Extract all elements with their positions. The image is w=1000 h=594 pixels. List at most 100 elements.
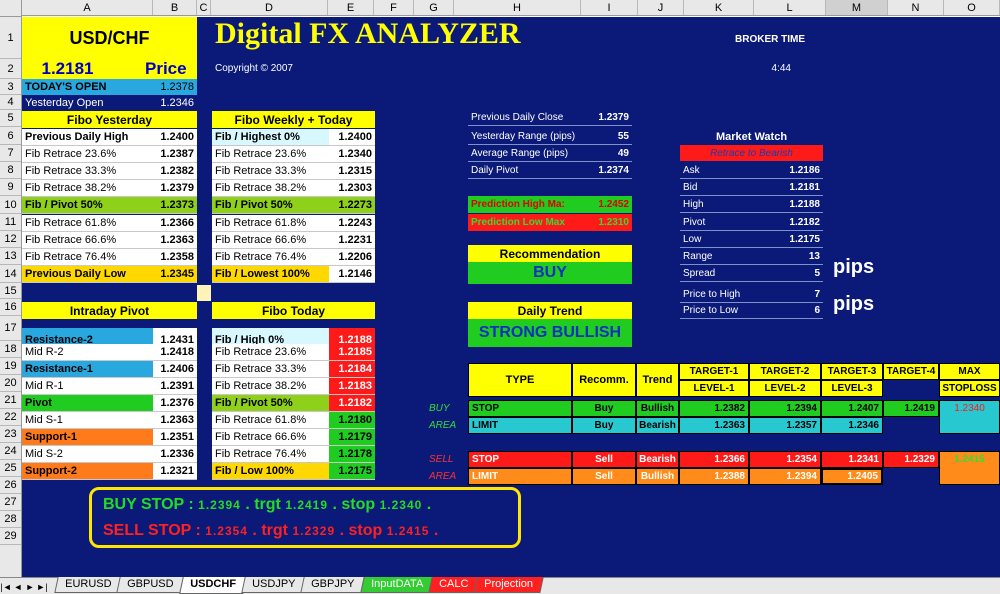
sheet-tab-eurusd[interactable]: EURUSD <box>54 577 123 593</box>
row-header-24[interactable]: 24 <box>0 443 21 460</box>
row-header-29[interactable]: 29 <box>0 528 21 545</box>
fibo-weekly-row-label: Fib Retrace 23.6% <box>212 146 329 163</box>
row-header-9[interactable]: 9 <box>0 179 21 196</box>
row-header-5[interactable]: 5 <box>0 110 21 127</box>
price-cell: 1.2181 Price <box>22 59 197 79</box>
sheet-tab-gbpusd[interactable]: GBPUSD <box>116 577 185 593</box>
fibo-weekly-row-label: Fib Retrace 66.6% <box>212 232 329 249</box>
sheet-tab-label: USDCHF <box>190 578 236 590</box>
market-watch-label: Bid <box>680 180 770 196</box>
row-header-21[interactable]: 21 <box>0 392 21 409</box>
column-header-m[interactable]: M <box>826 0 888 15</box>
row-header-22[interactable]: 22 <box>0 409 21 426</box>
row-header-8[interactable]: 8 <box>0 162 21 179</box>
buy-summary-label: BUY STOP : <box>103 496 194 513</box>
row-header-13[interactable]: 13 <box>0 248 21 265</box>
prev-sheet-icon[interactable]: ◄ <box>12 580 24 594</box>
targets-row-t3: 1.2341 <box>821 451 883 468</box>
spreadsheet-grid[interactable]: USD/CHF 1.2181 Price TODAY'S OPEN 1.2378… <box>22 17 1000 577</box>
row-header-10[interactable]: 10 <box>0 196 21 214</box>
targets-row-t2: 1.2354 <box>749 451 821 468</box>
market-watch-label: Price to Low <box>680 303 770 319</box>
row-header-4[interactable]: 4 <box>0 95 21 110</box>
column-header-h[interactable]: H <box>454 0 581 15</box>
sell-summary-price: 1.2354 <box>205 524 248 538</box>
column-header-e[interactable]: E <box>328 0 374 15</box>
column-header-i[interactable]: I <box>581 0 638 15</box>
sell-area-label2: AREA <box>429 471 457 482</box>
fibo-today-row-label: Fib Retrace 61.8% <box>212 412 329 429</box>
broker-time-value: 4:44 <box>771 62 791 74</box>
targets-row-recomm: Buy <box>572 417 636 434</box>
column-header-f[interactable]: F <box>374 0 414 15</box>
yesterday-open-label: Yesterday Open <box>25 96 104 109</box>
row-header-27[interactable]: 27 <box>0 494 21 511</box>
sheet-tab-bar: |◄ ◄ ► ►| EURUSD GBPUSD USDCHF USDJPY GBPJPY Inp… <box>0 577 1000 594</box>
summary-box: BUY STOP : 1.2394 . trgt 1.2419 . stop 1… <box>89 487 521 548</box>
targets-header-trend: Trend <box>636 363 679 397</box>
sheet-tab-inputdata[interactable]: InputDATA <box>359 577 434 593</box>
fibo-weekly-row-label: Fib Retrace 76.4% <box>212 249 329 266</box>
sheet-tab-gbpjpy[interactable]: GBPJPY <box>300 577 366 593</box>
targets-row-t2: 1.2394 <box>749 468 821 485</box>
row-header-20[interactable]: 20 <box>0 375 21 392</box>
column-header-j[interactable]: J <box>638 0 684 15</box>
row-header-19[interactable]: 19 <box>0 358 21 375</box>
row-header-11[interactable]: 11 <box>0 214 21 231</box>
row-header-15[interactable]: 15 <box>0 283 21 299</box>
row-header-12[interactable]: 12 <box>0 231 21 248</box>
sheet-tab-usdjpy[interactable]: USDJPY <box>241 577 306 593</box>
row-header-17[interactable]: 17 <box>0 316 21 341</box>
row-header-7[interactable]: 7 <box>0 145 21 162</box>
targets-header-max: MAX <box>939 363 1000 380</box>
row-header-2[interactable]: 2 <box>0 59 21 79</box>
fibo-weekly-row-label: Fib Retrace 38.2% <box>212 180 329 197</box>
row-header-28[interactable]: 28 <box>0 511 21 528</box>
buy-summary-price: 1.2394 <box>198 498 241 512</box>
column-header-g[interactable]: G <box>414 0 454 15</box>
intraday-pivot-row-label: Mid R-2 <box>22 344 153 361</box>
column-header-a[interactable]: A <box>22 0 153 15</box>
row-header-25[interactable]: 25 <box>0 460 21 477</box>
sheet-tab-calc[interactable]: CALC <box>428 577 479 593</box>
column-header-d[interactable]: D <box>211 0 328 15</box>
row-header-26[interactable]: 26 <box>0 477 21 494</box>
market-watch-value: 5 <box>770 266 823 282</box>
stats-value: 1.2374 <box>586 163 632 179</box>
targets-header-t4: TARGET-4 <box>883 363 939 380</box>
row-header-18[interactable]: 18 <box>0 341 21 358</box>
row-header-16[interactable]: 16 <box>0 299 21 316</box>
column-header-b[interactable]: B <box>153 0 197 15</box>
buy-area-label: BUY <box>429 403 450 414</box>
select-all-corner[interactable] <box>0 0 22 17</box>
sheet-tab-usdchf[interactable]: USDCHF <box>179 577 247 594</box>
row-header-14[interactable]: 14 <box>0 265 21 283</box>
column-header-o[interactable]: O <box>944 0 1000 15</box>
fibo-weekly-row-label: Fib / Pivot 50% <box>212 197 329 214</box>
column-header-n[interactable]: N <box>888 0 944 15</box>
row-header-6[interactable]: 6 <box>0 127 21 145</box>
yesterday-open-value: 1.2346 <box>160 96 194 109</box>
next-sheet-icon[interactable]: ► <box>24 580 36 594</box>
targets-row-t3: 1.2407 <box>821 400 883 417</box>
broker-time-label: BROKER TIME <box>735 33 805 45</box>
last-sheet-icon[interactable]: ►| <box>36 580 48 594</box>
row-header-23[interactable]: 23 <box>0 426 21 443</box>
sheet-tab-projection[interactable]: Projection <box>473 577 544 593</box>
first-sheet-icon[interactable]: |◄ <box>0 580 12 594</box>
market-watch-status: Retrace to Bearish <box>680 145 823 161</box>
targets-header-t2b: LEVEL-2 <box>749 380 821 397</box>
row-header-3[interactable]: 3 <box>0 79 21 95</box>
column-header-k[interactable]: K <box>684 0 754 15</box>
fibo-yesterday-row-label: Fib Retrace 23.6% <box>22 146 153 163</box>
stats-value: 1.2379 <box>586 110 632 126</box>
targets-row-t3[interactable]: 1.2405 <box>821 468 883 485</box>
fibo-yesterday-row-value: 1.2387 <box>153 146 197 163</box>
row-header-1[interactable]: 1 <box>0 17 21 59</box>
column-header-l[interactable]: L <box>754 0 826 15</box>
column-header-c[interactable]: C <box>197 0 211 15</box>
prediction-high-value: 1.2452 <box>586 196 632 213</box>
intraday-pivot-row-value: 1.2418 <box>153 344 197 361</box>
sheet-tab-label: GBPJPY <box>311 578 355 590</box>
targets-row-t1: 1.2366 <box>679 451 749 468</box>
